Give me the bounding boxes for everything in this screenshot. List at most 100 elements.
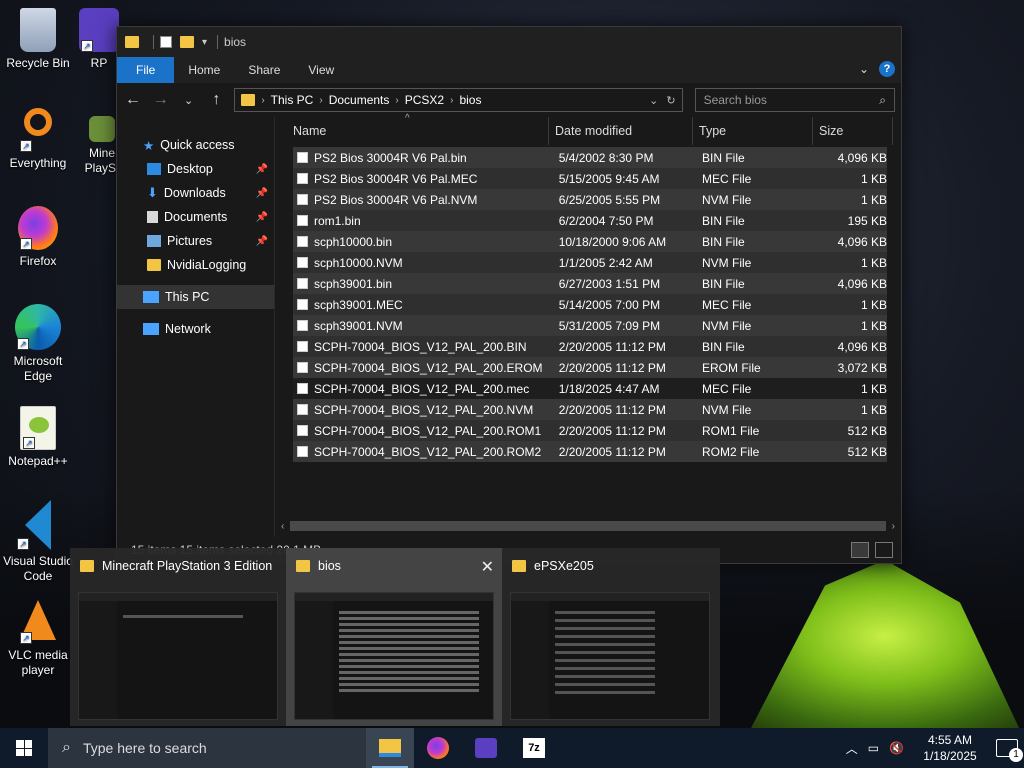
scroll-right-icon[interactable]: › [892,521,895,532]
tab-view[interactable]: View [294,57,348,83]
nav-downloads[interactable]: ⬇ Downloads 📌 [117,181,274,205]
desktop-icon-vscode[interactable]: ↗ Visual Studio Code [0,500,76,584]
file-checkbox[interactable] [297,446,308,457]
details-view-icon[interactable] [851,542,869,558]
file-row[interactable]: scph10000.bin 10/18/2000 9:06 AM BIN File 4… [293,231,887,252]
breadcrumb-documents[interactable]: Documents [329,93,390,107]
file-checkbox[interactable] [297,152,308,163]
breadcrumb-pcsx2[interactable]: PCSX2 [405,93,444,107]
column-size[interactable]: Size [813,117,893,145]
desktop-icon-edge[interactable]: ↗ Microsoft Edge [0,304,76,384]
file-checkbox[interactable] [297,236,308,247]
scroll-left-icon[interactable]: ‹ [281,521,284,532]
up-button[interactable]: ↑ [206,91,226,109]
file-checkbox[interactable] [297,215,308,226]
file-row[interactable]: rom1.bin 6/2/2004 7:50 PM BIN File 195 KB [293,210,887,231]
column-name[interactable]: Name [293,117,549,145]
quick-access-toolbar-dropdown[interactable]: ▾ [202,37,207,48]
desktop-icon-label: Microsoft Edge [13,354,63,383]
horizontal-scrollbar[interactable]: ‹ › [281,519,895,533]
column-type[interactable]: Type [693,117,813,145]
pin-icon: 📌 [255,211,268,223]
file-checkbox[interactable] [297,320,308,331]
scrollbar-thumb[interactable] [290,521,886,531]
taskbar-search-box[interactable]: ⌕ Type here to search [48,728,366,768]
notifications-icon[interactable]: 1 [996,739,1023,762]
tab-share[interactable]: Share [234,57,294,83]
nav-this-pc[interactable]: This PC [117,285,274,309]
address-dropdown-icon[interactable]: ⌄ [649,94,658,107]
forward-button[interactable]: → [151,91,171,109]
taskbar-app-file-explorer[interactable] [366,728,414,768]
volume-muted-icon[interactable]: 🔇 [889,741,904,755]
desktop-icon-notepadpp[interactable]: ↗ Notepad++ [0,406,76,469]
thumbnail-bios[interactable]: bios ✕ [286,548,502,726]
file-row[interactable]: SCPH-70004_BIOS_V12_PAL_200.EROM 2/20/200… [293,357,887,378]
file-row[interactable]: scph39001.bin 6/27/2003 1:51 PM BIN File 4,… [293,273,887,294]
thumbnail-preview [78,592,278,720]
thumbnail-minecraft[interactable]: Minecraft PlayStation 3 Edition [70,548,286,726]
search-input[interactable]: Search bios ⌕ [694,88,895,112]
nav-pictures[interactable]: Pictures 📌 [117,229,274,253]
breadcrumb-this-pc[interactable]: This PC [271,93,314,107]
file-checkbox[interactable] [297,194,308,205]
file-row[interactable]: SCPH-70004_BIOS_V12_PAL_200.BIN 2/20/2005… [293,336,887,357]
file-date: 5/4/2002 8:30 PM [558,150,654,165]
file-row[interactable]: SCPH-70004_BIOS_V12_PAL_200.ROM2 2/20/200… [293,441,887,462]
taskbar-app-firefox[interactable] [414,728,462,768]
star-icon: ★ [143,138,155,153]
file-row[interactable]: scph39001.NVM 5/31/2005 7:09 PM NVM File 1 … [293,315,887,336]
taskbar-app-7zip[interactable]: 7z [510,728,558,768]
properties-icon[interactable] [160,36,172,48]
desktop-icon-everything[interactable]: ↗ Everything [0,108,76,171]
file-name: scph39001.MEC [313,297,403,312]
thumbnail-epsxe205[interactable]: ePSXe205 [502,548,718,726]
file-checkbox[interactable] [297,362,308,373]
start-button[interactable] [0,728,48,768]
file-row[interactable]: SCPH-70004_BIOS_V12_PAL_200.NVM 2/20/2005… [293,399,887,420]
file-checkbox[interactable] [297,383,308,394]
file-row[interactable]: PS2 Bios 30004R V6 Pal.bin 5/4/2002 8:30 … [293,147,887,168]
everything-search-icon: ↗ [18,108,58,152]
recent-locations-dropdown[interactable]: ⌄ [179,94,199,107]
file-checkbox[interactable] [297,299,308,310]
nav-desktop[interactable]: Desktop 📌 [117,157,274,181]
file-row[interactable]: scph39001.MEC 5/14/2005 7:00 PM MEC File 1 … [293,294,887,315]
file-row[interactable]: SCPH-70004_BIOS_V12_PAL_200.ROM1 2/20/200… [293,420,887,441]
clock[interactable]: 4:55 AM 1/18/2025 [914,732,986,764]
file-checkbox[interactable] [297,404,308,415]
desktop-icon-recycle-bin[interactable]: Recycle Bin [0,8,76,71]
back-button[interactable]: ← [123,91,143,109]
tab-home[interactable]: Home [174,57,234,83]
network-icon[interactable]: ▭ [868,741,879,755]
taskbar-app-rpcs3[interactable] [462,728,510,768]
nav-nvidialogging[interactable]: NvidiaLogging [117,253,274,277]
refresh-icon[interactable]: ↻ [666,94,675,107]
large-icons-view-icon[interactable] [875,542,893,558]
file-checkbox[interactable] [297,173,308,184]
show-hidden-icons-icon[interactable]: ︿ [846,740,858,757]
help-icon[interactable]: ? [879,61,895,77]
expand-ribbon-icon[interactable]: ⌄ [859,62,869,76]
nav-quick-access[interactable]: ★ Quick access [117,133,274,157]
address-bar[interactable]: › This PC › Documents › PCSX2 › bios ⌄ ↻ [234,88,683,112]
file-checkbox[interactable] [297,257,308,268]
close-icon[interactable]: ✕ [481,557,494,577]
desktop-icon-label: Recycle Bin [6,56,70,70]
new-folder-icon[interactable] [180,36,194,48]
file-checkbox[interactable] [297,341,308,352]
file-row[interactable]: scph10000.NVM 1/1/2005 2:42 AM NVM File 1 K… [293,252,887,273]
tab-file[interactable]: File [117,57,175,83]
file-row[interactable]: PS2 Bios 30004R V6 Pal.NVM 6/25/2005 5:55… [293,189,887,210]
breadcrumb-bios[interactable]: bios [459,93,481,107]
desktop-icon-vlc[interactable]: ↗ VLC media player [0,600,76,678]
file-checkbox[interactable] [297,425,308,436]
nav-network[interactable]: Network [117,317,274,341]
file-row[interactable]: PS2 Bios 30004R V6 Pal.MEC 5/15/2005 9:45… [293,168,887,189]
file-checkbox[interactable] [297,278,308,289]
nav-documents[interactable]: Documents 📌 [117,205,274,229]
file-date: 5/14/2005 7:00 PM [558,297,661,312]
file-row[interactable]: SCPH-70004_BIOS_V12_PAL_200.mec 1/18/2025… [293,378,887,399]
desktop-icon-firefox[interactable]: ↗ Firefox [0,206,76,269]
column-date-modified[interactable]: Date modified [549,117,693,145]
